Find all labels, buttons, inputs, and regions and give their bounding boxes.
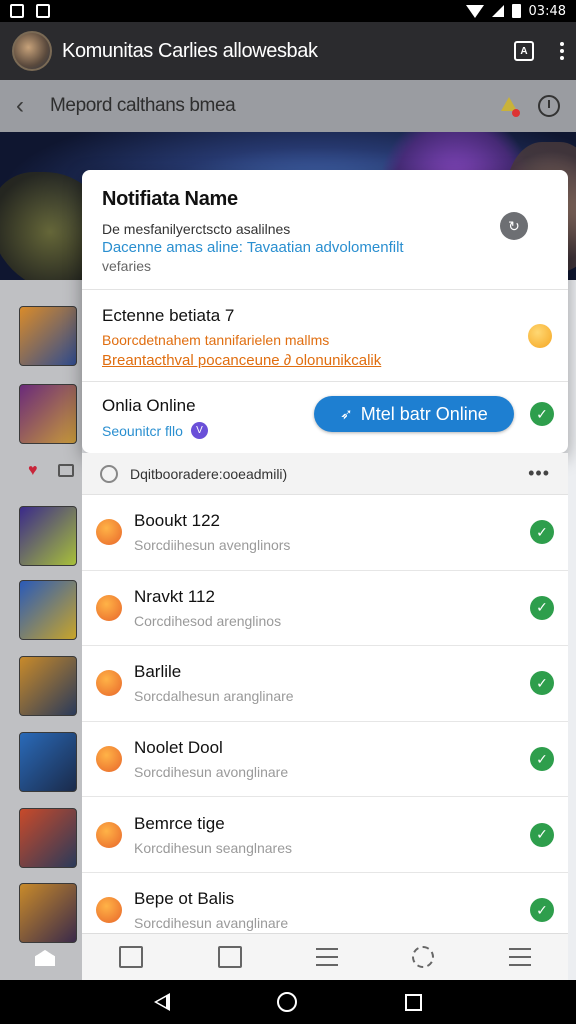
- check-icon[interactable]: ✓: [530, 402, 554, 426]
- clock-icon[interactable]: [538, 95, 560, 117]
- back-arrow-icon[interactable]: ‹: [16, 92, 36, 120]
- list-item-name: Nravkt 112: [134, 586, 215, 606]
- list-item[interactable]: Nravkt 112 Corcdihesod arenglinos ✓: [82, 570, 568, 647]
- member-list-panel: Dqitbooradere:ooeadmili) ••• Booukt 122 S…: [82, 453, 568, 949]
- list-item-name: Barlile: [134, 662, 182, 682]
- avatar: [96, 821, 122, 848]
- bottom-tab-bar: [82, 933, 568, 980]
- game-thumbnail[interactable]: [19, 808, 77, 868]
- notification-icon: [10, 4, 24, 18]
- game-thumbnail[interactable]: [19, 506, 77, 566]
- app-title: Komunitas Carlies allowesbak: [62, 39, 318, 62]
- square-icon[interactable]: A: [514, 41, 534, 61]
- event-description: Boorcdetnahem tannifarielen mallms: [102, 332, 330, 348]
- user-icon: [100, 464, 118, 483]
- list-item-subtitle: Corcdihesod arenglinos: [134, 612, 282, 629]
- avatar: [96, 594, 122, 621]
- game-thumbnail[interactable]: [19, 384, 77, 444]
- event-section: Ectenne betiata 7 Boorcdetnahem tannifar…: [82, 290, 568, 382]
- go-online-button[interactable]: ➶ Mtel batr Online: [314, 396, 514, 432]
- list-item-name: Booukt 122: [134, 511, 221, 531]
- online-section: Onlia Online Seounitcr fllo V ➶ Mtel bat…: [82, 382, 568, 452]
- game-thumbnail[interactable]: [19, 306, 77, 366]
- chat-icon[interactable]: [58, 464, 74, 477]
- nav-back-icon[interactable]: [153, 993, 170, 1011]
- send-icon: ➶: [340, 406, 353, 423]
- heart-icon[interactable]: ♥: [28, 462, 38, 480]
- game-thumbnail[interactable]: [19, 883, 77, 943]
- online-subtitle-text[interactable]: Seounitcr fllo: [102, 423, 183, 439]
- avatar: [96, 897, 122, 924]
- list-item-subtitle: Sorcdihesun avanglinare: [134, 915, 289, 932]
- list-icon[interactable]: [315, 948, 338, 966]
- list-item-subtitle: Sorcdalhesun aranglinare: [134, 688, 294, 705]
- notification-title: Notifiata Name: [102, 188, 238, 210]
- sub-title: Mepord calthans bmea: [50, 95, 236, 116]
- settings-icon[interactable]: [412, 946, 435, 968]
- list-item-subtitle: Sorcdiihesun avenglinors: [134, 537, 291, 554]
- notification-link[interactable]: Dacenne amas aline: Tavaatian advolomenf…: [102, 239, 548, 256]
- check-icon[interactable]: ✓: [530, 822, 554, 847]
- clock: 03:48: [528, 3, 566, 19]
- mail-icon[interactable]: [217, 946, 242, 968]
- avatar: [96, 519, 122, 546]
- check-icon[interactable]: ✓: [530, 747, 554, 772]
- list-item[interactable]: Barlile Sorcdalhesun aranglinare ✓: [82, 646, 568, 722]
- image-icon: [36, 4, 50, 18]
- event-title: Ectenne betiata 7: [102, 306, 235, 325]
- avatar: [96, 670, 122, 697]
- check-icon[interactable]: ✓: [530, 520, 554, 545]
- list-item-name: Noolet Dool: [134, 738, 223, 758]
- refresh-icon[interactable]: ↻: [500, 212, 528, 240]
- check-icon[interactable]: ✓: [530, 898, 554, 923]
- check-icon[interactable]: ✓: [530, 595, 554, 620]
- left-game-list: [0, 280, 82, 980]
- more-vert-icon[interactable]: [560, 42, 564, 60]
- game-thumbnail[interactable]: [19, 656, 77, 716]
- avatar: [96, 746, 122, 773]
- list-item[interactable]: Booukt 122 Sorcdiihesun avenglinors ✓: [82, 495, 568, 571]
- list-item-name: Bemrce tige: [134, 813, 225, 833]
- list-item[interactable]: Bemrce tige Korcdihesun seanglnares ✓: [82, 797, 568, 873]
- list-item-subtitle: Korcdihesun seanglnares: [134, 839, 292, 856]
- menu-icon[interactable]: [508, 948, 531, 966]
- community-avatar[interactable]: [12, 31, 52, 71]
- system-nav-bar: [0, 980, 576, 1024]
- notification-header: Notifiata Name De mesfanilyerctscto asal…: [82, 170, 568, 290]
- list-item-subtitle: Sorcdihesun avonglinare: [134, 764, 289, 781]
- battery-icon: [511, 4, 521, 18]
- nav-home-icon[interactable]: [277, 992, 298, 1012]
- list-item[interactable]: Noolet Dool Sorcdihesun avonglinare ✓: [82, 721, 568, 798]
- check-icon[interactable]: ✓: [530, 671, 554, 696]
- game-thumbnail[interactable]: [19, 580, 77, 640]
- smiley-icon: [528, 324, 552, 348]
- sub-toolbar: ‹ Mepord calthans bmea: [0, 80, 576, 132]
- go-online-button-label: Mtel batr Online: [360, 403, 488, 424]
- trophy-icon[interactable]: [498, 95, 520, 117]
- wifi-icon: [465, 4, 484, 18]
- signal-icon: [491, 5, 504, 17]
- nav-recents-icon[interactable]: [405, 993, 423, 1011]
- panel-header: Dqitbooradere:ooeadmili) •••: [82, 453, 568, 495]
- more-horiz-icon[interactable]: •••: [528, 463, 550, 484]
- notification-line: vefaries: [102, 258, 152, 274]
- app-bar: Komunitas Carlies allowesbak A: [0, 22, 576, 80]
- game-thumbnail[interactable]: [19, 732, 77, 792]
- notification-card: Notifiata Name De mesfanilyerctscto asal…: [82, 170, 568, 453]
- list-item-name: Bepe ot Balis: [134, 889, 235, 909]
- panel-header-text: Dqitbooradere:ooeadmili): [130, 465, 288, 482]
- verified-icon: V: [190, 422, 208, 439]
- clipboard-icon[interactable]: [119, 946, 144, 968]
- status-bar: 03:48: [0, 0, 576, 22]
- event-link[interactable]: Breantacthval pocanceune ∂ olonunikcalik: [102, 352, 548, 369]
- notification-line: De mesfanilyerctscto asalilnes: [102, 221, 291, 237]
